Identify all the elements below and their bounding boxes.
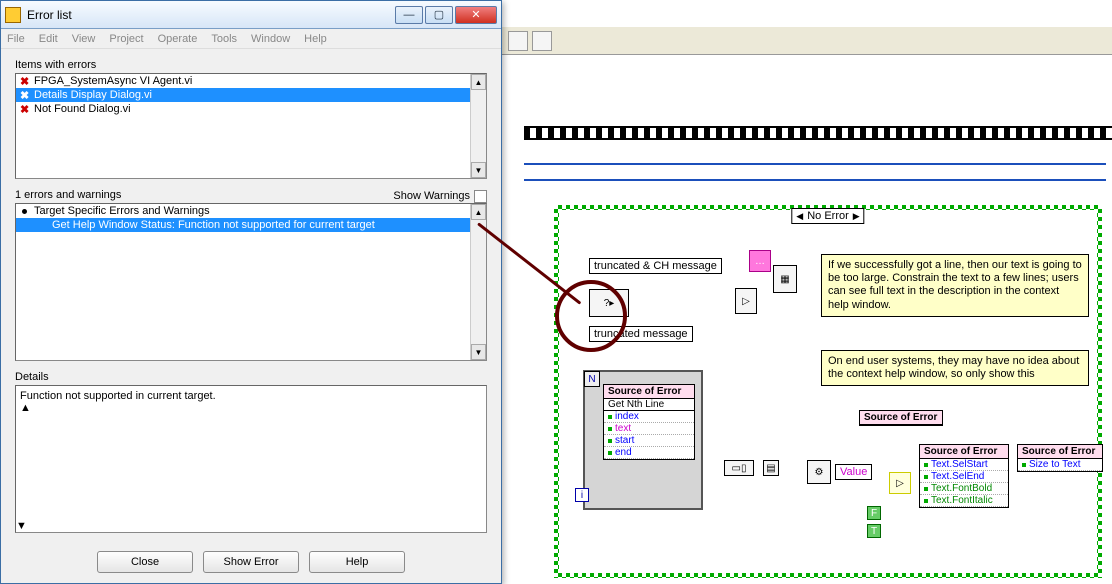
sequence-frame-filmstrip [524, 126, 1112, 140]
diagram-toolbar [502, 27, 1112, 55]
case-selector[interactable]: ◀ No Error ▶ [791, 208, 864, 224]
row: index [615, 411, 639, 422]
diagram-area: ◀ No Error ▶ truncated & CH message trun… [524, 145, 1106, 578]
minimize-button[interactable]: — [395, 6, 423, 24]
scroll-up-icon[interactable]: ▲ [471, 204, 486, 220]
cluster-head: Source of Error [920, 445, 1008, 459]
error-item[interactable]: FPGA_SystemAsync VI Agent.vi [34, 75, 192, 87]
show-warnings-checkbox[interactable] [474, 190, 487, 203]
scroll-down-icon[interactable]: ▼ [471, 344, 486, 360]
toolbar-icon[interactable] [532, 31, 552, 51]
bullet-icon [22, 209, 27, 214]
error-item[interactable]: Not Found Dialog.vi [34, 103, 131, 115]
select-node[interactable]: ▷ [735, 288, 757, 314]
row: end [615, 447, 632, 458]
scrollbar[interactable]: ▲▼ [20, 402, 482, 414]
menu-item[interactable]: Project [109, 33, 143, 45]
prop: Text.FontItalic [931, 495, 993, 506]
comment: If we successfully got a line, then our … [821, 254, 1089, 317]
help-button[interactable]: Help [309, 551, 405, 573]
toolbar-icon[interactable] [508, 31, 528, 51]
loop-count-terminal[interactable]: N [584, 371, 600, 387]
warning-item[interactable]: Get Help Window Status: Function not sup… [52, 219, 375, 231]
error-list-window: Error list — ▢ ✕ File Edit View Project … [0, 0, 502, 584]
loop-iteration-terminal[interactable]: i [575, 488, 589, 502]
scroll-down-icon[interactable]: ▼ [471, 162, 486, 178]
value-label: Value [835, 464, 872, 480]
array-index-node[interactable]: ▭▯ [724, 460, 754, 476]
prop: Text.SelEnd [931, 471, 984, 482]
window-title: Error list [27, 8, 395, 22]
bool-false-constant[interactable]: F [867, 506, 881, 520]
menu-item[interactable]: View [72, 33, 96, 45]
items-with-errors-label: Items with errors [15, 59, 487, 71]
unbundle-node[interactable]: ▤ [763, 460, 779, 476]
compare-node[interactable]: ▷ [889, 472, 911, 494]
window-close-button[interactable]: ✕ [455, 6, 497, 24]
cluster-head: Source of Error [1018, 445, 1102, 459]
scroll-down-icon[interactable]: ▼ [16, 520, 486, 532]
for-loop[interactable]: N i Source of Error Get Nth Line index t… [583, 370, 703, 510]
menu-item[interactable]: Edit [39, 33, 58, 45]
wire [524, 179, 1106, 181]
maximize-button[interactable]: ▢ [425, 6, 453, 24]
case-structure[interactable]: ◀ No Error ▶ truncated & CH message trun… [554, 205, 1102, 578]
chevron-right-icon[interactable]: ▶ [853, 211, 860, 222]
scrollbar[interactable]: ▲▼ [470, 74, 486, 178]
app-icon [5, 7, 21, 23]
error-x-icon: ✖ [20, 89, 29, 102]
menu-item[interactable]: File [7, 33, 25, 45]
build-text-node[interactable]: … [749, 250, 771, 272]
show-warnings-label: Show Warnings [393, 190, 470, 202]
menu-item[interactable]: Operate [158, 33, 198, 45]
details-content: Function not supported in current target… [20, 390, 216, 402]
cluster-head: Source of Error [860, 411, 942, 425]
prop: Text.FontBold [931, 483, 992, 494]
error-x-icon: ✖ [20, 103, 29, 116]
bool-true-constant[interactable]: T [867, 524, 881, 538]
warning-category[interactable]: Target Specific Errors and Warnings [34, 205, 210, 217]
comment: On end user systems, they may have no id… [821, 350, 1089, 386]
menu-bar[interactable]: File Edit View Project Operate Tools Win… [1, 29, 501, 49]
error-count-label: 1 errors and warnings [15, 189, 121, 201]
details-text[interactable]: Function not supported in current target… [15, 385, 487, 533]
chevron-left-icon[interactable]: ◀ [796, 211, 803, 222]
button-row: Close Show Error Help [1, 543, 501, 583]
menu-item[interactable]: Help [304, 33, 327, 45]
tunnel-label: truncated & CH message [589, 258, 722, 274]
warnings-list[interactable]: Target Specific Errors and Warnings Get … [15, 203, 487, 361]
menu-item[interactable]: Window [251, 33, 290, 45]
scroll-up-icon[interactable]: ▲ [20, 402, 482, 414]
scroll-up-icon[interactable]: ▲ [471, 74, 486, 90]
error-items-list[interactable]: ✖ FPGA_SystemAsync VI Agent.vi ✖ Details D… [15, 73, 487, 179]
row: start [615, 435, 634, 446]
cluster-head: Source of Error [604, 385, 694, 399]
selector-label: No Error [807, 210, 849, 222]
cluster-sub: Get Nth Line [604, 399, 694, 411]
menu-item[interactable]: Tools [211, 33, 237, 45]
error-item[interactable]: Details Display Dialog.vi [34, 89, 152, 101]
property-node[interactable]: ⚙ [807, 460, 831, 484]
cluster-bundle-node[interactable]: ▦ [773, 265, 797, 293]
show-error-button[interactable]: Show Error [203, 551, 299, 573]
error-x-icon: ✖ [20, 75, 29, 88]
wire [524, 163, 1106, 165]
row: text [615, 423, 631, 434]
titlebar[interactable]: Error list — ▢ ✕ [1, 1, 501, 29]
close-button[interactable]: Close [97, 551, 193, 573]
prop: Text.SelStart [931, 459, 988, 470]
details-label: Details [15, 371, 487, 383]
annotation-circle [555, 280, 627, 352]
row: Size to Text [1029, 459, 1081, 470]
